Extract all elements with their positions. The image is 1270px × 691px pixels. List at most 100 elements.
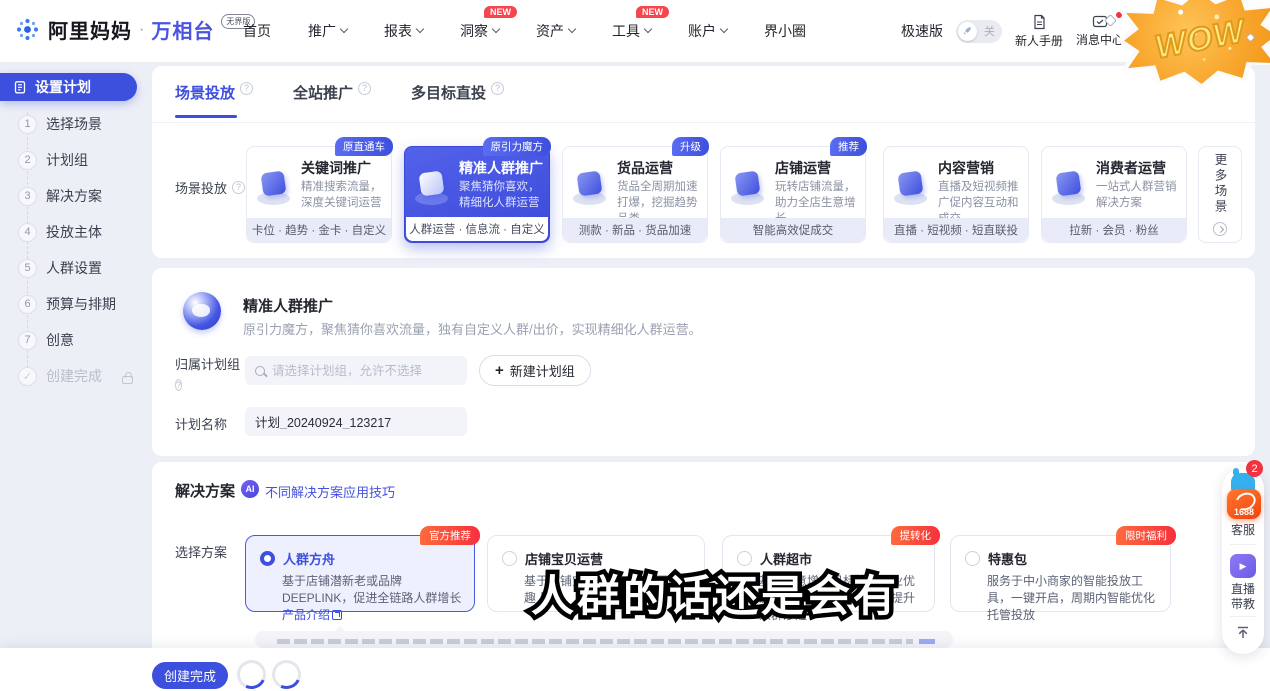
radio-unselected[interactable] xyxy=(737,551,752,566)
scene-card-shop[interactable]: 推荐 店铺运营 玩转店铺流量，助力全店生意增长 智能高效促成交 xyxy=(720,146,866,243)
brand[interactable]: 阿里妈妈 · 万相台 无界版 xyxy=(14,15,255,44)
limited-benefit-badge: 限时福利 xyxy=(1116,526,1176,545)
search-icon xyxy=(255,366,265,376)
product-intro-link[interactable]: 产品介绍 xyxy=(282,608,330,622)
help-icon[interactable] xyxy=(232,181,245,194)
message-center-label: 消息中心 xyxy=(1076,31,1124,48)
official-recommend-badge: 官方推荐 xyxy=(420,526,480,545)
sidebar-step-solution[interactable]: 3 解决方案 xyxy=(18,186,102,206)
new-plan-group-button[interactable]: 新建计划组 xyxy=(479,355,591,386)
live-teaching-button[interactable]: 直播带教 xyxy=(1230,582,1256,612)
upgrade-badge: 升级 xyxy=(672,137,709,156)
nav-item-home[interactable]: 首页 xyxy=(243,21,271,41)
handbook-button[interactable]: 新人手册 xyxy=(1015,14,1063,49)
scene-card-icon xyxy=(414,171,450,207)
scene-card-audience[interactable]: 原引力魔方 精准人群推广 聚焦猜你喜欢，精细化人群运营 人群运营 · 信息流 ·… xyxy=(404,146,550,243)
step-number: 5 xyxy=(18,259,37,278)
step-number: 7 xyxy=(18,331,37,350)
tab-sitewide-promo[interactable]: 全站推广 xyxy=(293,82,371,118)
plan-name-label: 计划名称 xyxy=(175,414,227,433)
solution-option-special-pack[interactable]: 限时福利 特惠包 服务于中小商家的智能投放工具，一键开启，周期内智能优化托管投放 xyxy=(950,535,1171,612)
create-complete-button[interactable]: 创建完成 xyxy=(152,662,228,689)
clipped-text xyxy=(277,639,913,644)
lock-icon xyxy=(122,376,133,384)
plan-group-select[interactable] xyxy=(245,356,467,385)
sidebar-step-scene[interactable]: 1 选择场景 xyxy=(18,114,102,134)
help-icon[interactable] xyxy=(240,82,253,95)
radio-unselected[interactable] xyxy=(502,551,517,566)
nav-item-jiexiaoquan[interactable]: 界小圈 xyxy=(764,21,806,41)
origin-badge: 原直通车 xyxy=(335,137,393,156)
tab-multi-goal[interactable]: 多目标直投 xyxy=(411,82,504,118)
message-center-button[interactable]: 消息中心 xyxy=(1076,14,1124,48)
plan-name-input[interactable] xyxy=(255,415,457,429)
help-icon[interactable] xyxy=(358,82,371,95)
logo-1688-icon[interactable]: 1688 xyxy=(1227,489,1261,519)
audience-sphere-icon xyxy=(183,292,221,330)
more-scenes-button[interactable]: 更多场景 xyxy=(1198,146,1242,243)
new-badge: NEW xyxy=(636,6,669,18)
radio-unselected[interactable] xyxy=(965,551,980,566)
brand-separator: · xyxy=(139,21,144,39)
scene-card-icon xyxy=(256,171,292,207)
scene-card-content[interactable]: 内容营销 直播及短视频推广促内容互动和成交 直播 · 短视频 · 短直联投 xyxy=(883,146,1029,243)
tab-scene-delivery[interactable]: 场景投放 xyxy=(175,82,253,118)
nav-item-assets[interactable]: 资产 xyxy=(536,21,575,41)
step-number: 2 xyxy=(18,151,37,170)
solution-option-crowd-market[interactable]: 提转化 人群超市 基于生意增长目标挖掘行业优质人群，扩大人群拿量，提升人群渗透 xyxy=(722,535,935,612)
solution-tooltip-clipped xyxy=(255,631,953,648)
nav-item-tools[interactable]: 工具NEW xyxy=(612,21,651,41)
scene-card-icon xyxy=(1051,171,1087,207)
plan-panel: 精准人群推广 原引力魔方，聚焦猜你喜欢流量，独有自定义人群/出价，实现精细化人群… xyxy=(152,268,1255,456)
help-icon[interactable] xyxy=(175,379,182,391)
help-icon[interactable] xyxy=(491,82,504,95)
nav-item-insights[interactable]: 洞察NEW xyxy=(460,21,499,41)
solution-option-crowd-ark[interactable]: 官方推荐 人群方舟 基于店铺潜新老或品牌DEEPLINK，促进全链路人群增长产品… xyxy=(245,535,475,612)
mode-tabs: 场景投放 全站推广 多目标直投 xyxy=(175,82,504,118)
scene-card-consumer[interactable]: 消费者运营 一站式人群营销解决方案 拉新 · 会员 · 粉丝 xyxy=(1041,146,1187,243)
customer-service-button[interactable]: 客服 xyxy=(1222,523,1264,538)
scene-panel: 场景投放 全站推广 多目标直投 场景投放 原直通车 关键词推广 精准搜索流量，深… xyxy=(152,66,1255,258)
new-badge: NEW xyxy=(484,6,517,18)
clipboard-icon xyxy=(13,80,27,94)
scene-card-goods[interactable]: 升级 货品运营 货品全周期加速打爆，挖掘趋势品类 测款 · 新品 · 货品加速 xyxy=(562,146,708,243)
solution-option-shop-item[interactable]: 店铺宝贝运营 基于店铺宝贝特征，精准匹配兴趣人群 xyxy=(487,535,705,612)
solution-title: 解决方案 xyxy=(175,480,235,501)
plus-icon xyxy=(495,363,504,378)
sidebar-item-setup-plan[interactable]: 设置计划 xyxy=(0,73,137,101)
chevron-down-icon xyxy=(720,25,728,33)
back-to-top-button[interactable] xyxy=(1235,624,1251,645)
chevron-down-icon xyxy=(340,25,348,33)
bottom-action-bar: 创建完成 xyxy=(0,648,1270,691)
step-number: 4 xyxy=(18,223,37,242)
live-video-icon[interactable] xyxy=(1230,554,1256,578)
chevron-down-icon xyxy=(644,25,652,33)
sidebar-step-budget[interactable]: 6 预算与排期 xyxy=(18,294,116,314)
select-solution-label: 选择方案 xyxy=(175,542,227,561)
plan-group-input[interactable] xyxy=(272,364,457,378)
radio-selected[interactable] xyxy=(260,551,275,566)
nav-item-account[interactable]: 账户 xyxy=(688,21,727,41)
scene-card-icon xyxy=(730,171,766,207)
scene-card-icon xyxy=(893,171,929,207)
sidebar-step-creative[interactable]: 7 创意 xyxy=(18,330,74,350)
check-icon: ✓ xyxy=(18,367,37,386)
recommend-badge: 推荐 xyxy=(830,137,867,156)
ai-icon: AI xyxy=(241,480,259,498)
notification-count-badge: 2 xyxy=(1246,460,1263,477)
plan-name-box[interactable] xyxy=(245,407,467,436)
nav-item-reports[interactable]: 报表 xyxy=(384,21,423,41)
solution-tips-link[interactable]: 不同解决方案应用技巧 xyxy=(265,482,395,501)
scene-card-keyword[interactable]: 原直通车 关键词推广 精准搜索流量，深度关键词运营 卡位 · 趋势 · 金卡 ·… xyxy=(246,146,392,243)
speed-mode-toggle[interactable]: 关 xyxy=(956,20,1002,43)
nav-item-promotion[interactable]: 推广 xyxy=(308,21,347,41)
speed-mode-label: 极速版 xyxy=(901,21,943,41)
sidebar-current-label: 设置计划 xyxy=(35,77,91,97)
sidebar-step-plan-group[interactable]: 2 计划组 xyxy=(18,150,88,170)
alimama-logo-icon xyxy=(14,16,41,43)
progress-ring xyxy=(268,656,305,691)
sidebar-step-target[interactable]: 4 投放主体 xyxy=(18,222,102,242)
toggle-state-label: 关 xyxy=(984,23,995,39)
sidebar-step-audience[interactable]: 5 人群设置 xyxy=(18,258,102,278)
step-number: 3 xyxy=(18,187,37,206)
